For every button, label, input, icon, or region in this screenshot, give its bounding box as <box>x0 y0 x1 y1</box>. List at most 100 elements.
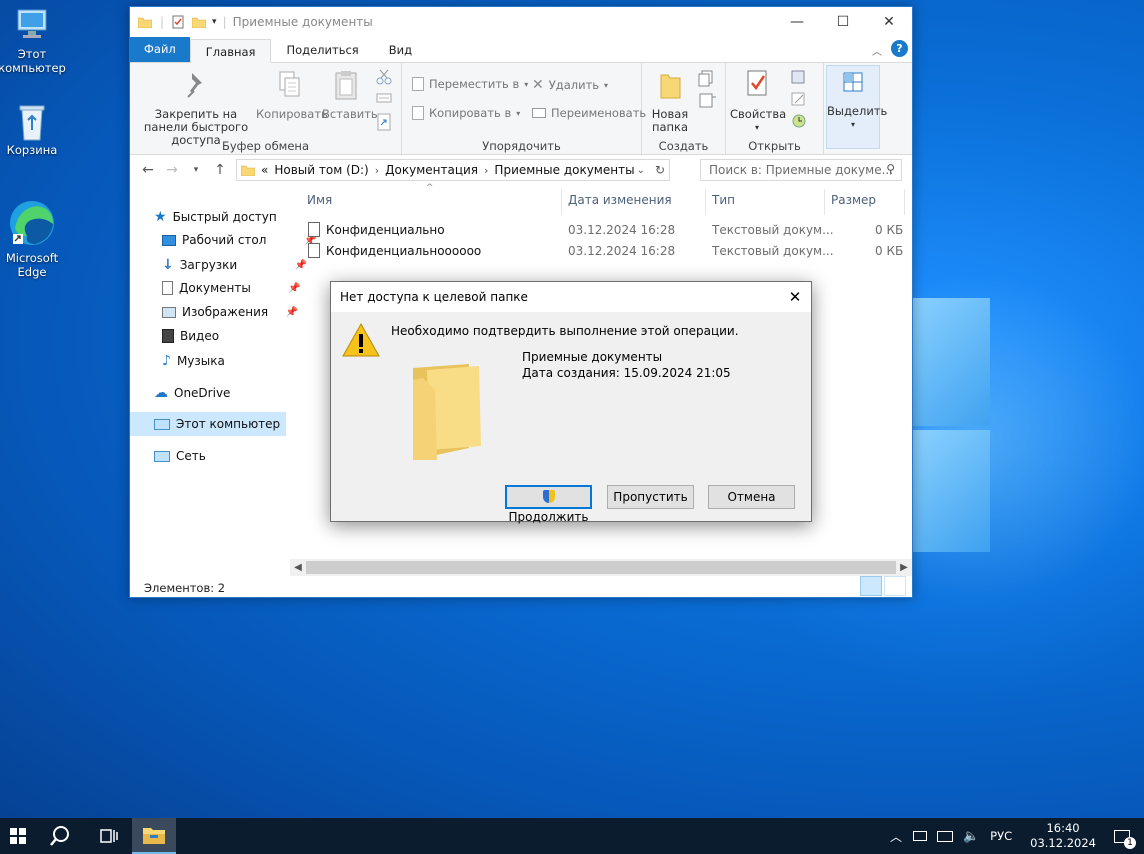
edit-icon[interactable] <box>790 91 808 110</box>
task-view-button[interactable] <box>84 818 132 854</box>
address-dropdown-icon[interactable]: ⌄ <box>637 165 645 176</box>
tab-view[interactable]: Вид <box>374 38 427 62</box>
start-button[interactable] <box>0 818 36 854</box>
desktop-icon-this-pc[interactable]: Этот компьютер <box>0 4 66 75</box>
tab-home[interactable]: Главная <box>189 39 272 63</box>
file-type: Текстовый докум... <box>712 223 834 237</box>
open-icon[interactable] <box>790 69 808 88</box>
breadcrumb-separator-icon[interactable]: › <box>484 164 488 177</box>
history-icon[interactable] <box>790 113 808 132</box>
taskbar-explorer-button[interactable] <box>132 818 176 854</box>
nav-onedrive[interactable]: ☁ OneDrive <box>154 385 230 401</box>
breadcrumb-part[interactable]: Документация <box>385 163 478 177</box>
address-overflow[interactable]: « <box>261 163 268 177</box>
continue-button[interactable]: Продолжить <box>505 485 592 524</box>
show-hidden-icons-icon[interactable]: ︿ <box>890 828 902 845</box>
horizontal-scrollbar[interactable]: ◀ ▶ <box>290 559 912 576</box>
nav-music[interactable]: ♪ Музыка <box>162 353 225 369</box>
address-row: ← → ▾ ↑ « Новый том (D:) › Документация … <box>130 155 912 185</box>
search-button[interactable] <box>36 818 84 854</box>
copy-button[interactable]: Копировать <box>256 69 328 121</box>
rename-button[interactable]: Переименовать <box>532 106 646 120</box>
notifications-icon[interactable]: 1 <box>1114 829 1136 849</box>
minimize-button[interactable]: — <box>774 7 820 37</box>
nav-documents[interactable]: Документы 📌 <box>162 281 301 295</box>
cancel-button[interactable]: Отмена <box>708 485 795 509</box>
collapse-ribbon-icon[interactable]: ︿ <box>872 43 882 58</box>
back-button[interactable]: ← <box>136 162 160 178</box>
nav-video[interactable]: Видео <box>162 329 219 343</box>
breadcrumb-part[interactable]: Новый том (D:) <box>274 163 368 177</box>
breadcrumb-separator-icon[interactable]: › <box>375 164 379 177</box>
search-input[interactable]: Поиск в: Приемные докуме... ⚲ <box>700 159 902 181</box>
ribbon: Закрепить на панели быстрого доступа Коп… <box>130 63 912 155</box>
nav-desktop[interactable]: Рабочий стол 📌 <box>162 233 316 247</box>
new-folder-label: Новая папка <box>651 107 689 134</box>
new-folder-quick-icon[interactable] <box>192 16 207 28</box>
rename-label: Переименовать <box>551 106 647 120</box>
column-header-type[interactable]: Тип <box>712 193 735 217</box>
easy-access-icon[interactable] <box>698 91 718 112</box>
nav-pictures[interactable]: Изображения 📌 <box>162 305 298 319</box>
copy-to-button[interactable]: Копировать в ▾ <box>412 106 520 120</box>
select-icon <box>827 70 879 101</box>
search-icon: ⚲ <box>886 162 895 176</box>
scroll-right-icon[interactable]: ▶ <box>896 559 912 576</box>
device-icon[interactable] <box>912 831 927 841</box>
desktop-icon-recycle-bin[interactable]: Корзина <box>0 100 66 157</box>
column-header-name[interactable]: Имя <box>307 193 332 217</box>
cut-icon[interactable] <box>376 69 392 88</box>
copy-path-icon[interactable] <box>376 91 392 108</box>
nav-downloads[interactable]: ↓ Загрузки 📌 <box>162 257 307 273</box>
select-group: Выделить ▾ <box>824 63 887 155</box>
pinned-icon: 📌 <box>285 306 299 318</box>
maximize-button[interactable]: ☐ <box>820 7 866 37</box>
tab-file[interactable]: Файл <box>130 37 190 62</box>
skip-button[interactable]: Пропустить <box>607 485 694 509</box>
new-folder-icon <box>650 69 690 104</box>
dialog-folder-created: Дата создания: 15.09.2024 21:05 <box>522 366 731 380</box>
file-row[interactable]: Конфиденциально <box>308 222 445 237</box>
close-button[interactable]: ✕ <box>866 7 912 37</box>
file-row[interactable]: Конфиденциальноооооо <box>308 243 481 258</box>
properties-quick-icon[interactable] <box>172 15 184 29</box>
column-header-date[interactable]: Дата изменения <box>568 193 672 217</box>
new-item-icon[interactable] <box>698 69 718 90</box>
breadcrumb-part[interactable]: Приемные документы <box>494 163 634 177</box>
paste-shortcut-icon[interactable] <box>376 113 392 134</box>
pin-icon <box>136 69 256 104</box>
create-group: Новая папка Создать <box>642 63 726 155</box>
recent-locations-icon[interactable]: ▾ <box>184 165 208 175</box>
network-tray-icon[interactable] <box>936 830 953 842</box>
details-view-icon[interactable] <box>860 576 882 596</box>
scroll-left-icon[interactable]: ◀ <box>290 559 306 576</box>
help-icon[interactable]: ? <box>891 40 908 57</box>
move-to-label: Переместить в <box>429 77 520 91</box>
nav-quick-access[interactable]: ★ Быстрый доступ <box>154 209 277 225</box>
pin-quick-access-button[interactable]: Закрепить на панели быстрого доступа <box>136 69 256 147</box>
address-bar[interactable]: « Новый том (D:) › Документация › Приемн… <box>236 159 670 181</box>
properties-button[interactable]: Свойства ▾ <box>730 69 786 134</box>
nav-network[interactable]: Сеть <box>154 449 206 463</box>
copy-to-icon <box>412 106 424 120</box>
column-header-size[interactable]: Размер <box>831 193 876 217</box>
new-folder-button[interactable]: Новая папка <box>650 69 690 134</box>
language-indicator[interactable]: РУС <box>990 829 1012 843</box>
forward-button[interactable]: → <box>160 162 184 178</box>
move-to-button[interactable]: Переместить в ▾ <box>412 77 528 91</box>
dialog-close-button[interactable]: ✕ <box>779 282 811 312</box>
file-date: 03.12.2024 16:28 <box>568 244 676 258</box>
select-button[interactable]: Выделить ▾ <box>826 65 887 149</box>
large-icons-view-icon[interactable] <box>884 576 906 596</box>
nav-this-pc[interactable]: Этот компьютер <box>154 417 280 431</box>
scrollbar-thumb[interactable] <box>306 561 896 574</box>
refresh-icon[interactable]: ↻ <box>655 163 665 177</box>
desktop-icon-edge[interactable]: Microsoft Edge <box>0 198 66 279</box>
paste-button[interactable]: Вставить <box>322 69 378 121</box>
up-button[interactable]: ↑ <box>208 162 232 178</box>
volume-icon[interactable]: 🔈 <box>963 829 979 844</box>
delete-button[interactable]: ✕ Удалить ▾ <box>532 77 608 93</box>
clock[interactable]: 16:40 03.12.2024 <box>1030 821 1096 851</box>
quick-access-dropdown-icon[interactable]: ▾ <box>212 17 217 27</box>
tab-share[interactable]: Поделиться <box>271 38 373 62</box>
